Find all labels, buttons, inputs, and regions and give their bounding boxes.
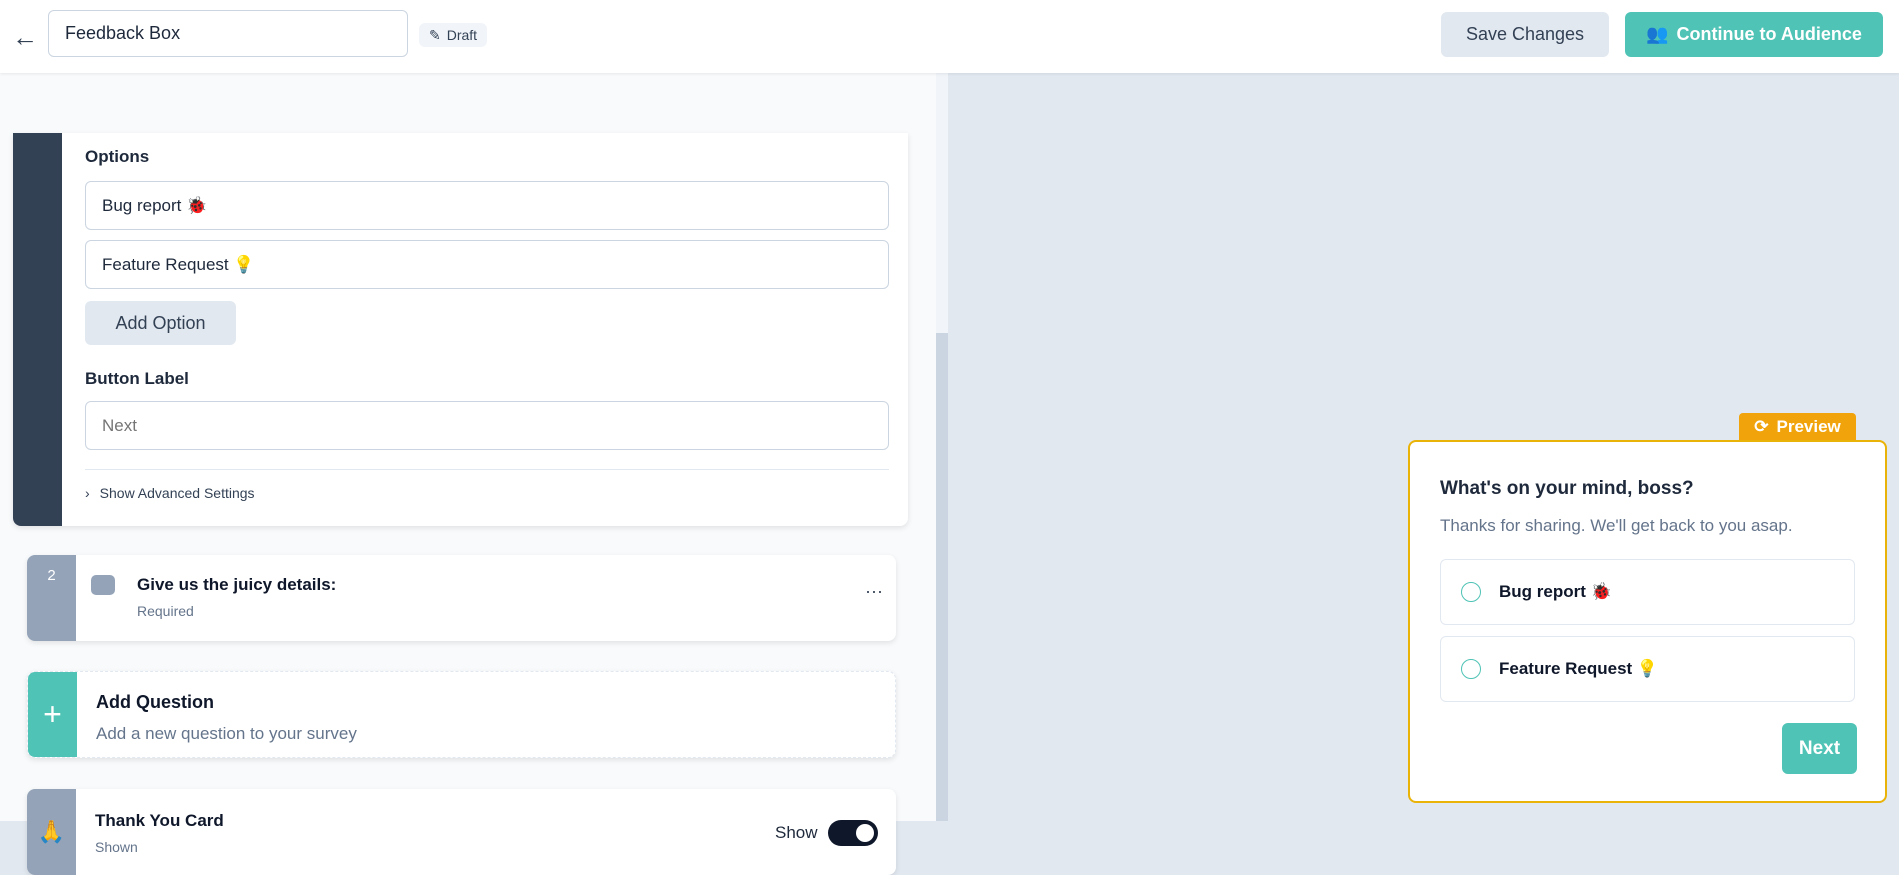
show-label: Show (775, 823, 818, 842)
option-input-2[interactable]: Feature Request 💡 (85, 240, 889, 289)
editor-panel: Options Bug report 🐞 Feature Request 💡 A… (0, 73, 936, 875)
edit-icon: ✎ (429, 26, 441, 43)
preview-option-label: Bug report 🐞 (1499, 582, 1612, 601)
top-bar: ← ✎ Draft Save Changes 👥 Continue to Audie… (0, 0, 1899, 73)
question-title: Give us the juicy details: (137, 575, 337, 594)
preview-option-2[interactable]: Feature Request 💡 (1440, 636, 1855, 702)
radio-button[interactable] (1461, 582, 1481, 602)
message-icon (91, 575, 115, 595)
scrollbar-thumb[interactable] (936, 333, 948, 821)
preview-question-title: What's on your mind, boss? (1440, 478, 1694, 499)
advanced-label: Show Advanced Settings (99, 485, 255, 501)
users-icon: 👥 (1646, 24, 1669, 44)
continue-label: Continue to Audience (1676, 24, 1862, 44)
button-label-input[interactable] (85, 401, 889, 450)
option-input-1[interactable]: Bug report 🐞 (85, 181, 889, 230)
add-option-button[interactable]: Add Option (85, 301, 236, 345)
chevron-right-icon: › (85, 485, 90, 501)
plus-icon: + (28, 672, 77, 757)
show-toggle[interactable] (828, 820, 878, 846)
advanced-settings-toggle[interactable]: › Show Advanced Settings (85, 485, 255, 501)
radio-button[interactable] (1461, 659, 1481, 679)
praying-hands-icon: 🙏 (27, 789, 76, 875)
question-card-2[interactable]: 2 Give us the juicy details: Required ··… (27, 555, 896, 641)
preview-option-label: Feature Request 💡 (1499, 659, 1659, 678)
question-required: Required (137, 603, 194, 619)
add-question-title: Add Question (96, 692, 214, 712)
divider (85, 469, 889, 470)
back-arrow-icon[interactable]: ← (12, 22, 38, 53)
refresh-icon: ⟳ (1754, 416, 1769, 436)
preview-badge-label: Preview (1776, 416, 1841, 436)
save-changes-button[interactable]: Save Changes (1441, 12, 1609, 57)
preview-question-subtitle: Thanks for sharing. We'll get back to yo… (1440, 516, 1793, 535)
add-question-subtitle: Add a new question to your survey (96, 724, 357, 743)
question-card-1: Options Bug report 🐞 Feature Request 💡 A… (13, 133, 908, 526)
preview-next-button[interactable]: Next (1782, 723, 1857, 774)
preview-card: What's on your mind, boss? Thanks for sh… (1408, 440, 1887, 803)
add-question-card[interactable]: + Add Question Add a new question to you… (27, 671, 896, 758)
options-label: Options (85, 147, 150, 166)
thank-you-card[interactable]: 🙏 Thank You Card Shown Show (27, 789, 896, 875)
status-badge: ✎ Draft (419, 23, 488, 47)
survey-title-input[interactable] (48, 10, 408, 57)
status-text: Draft (446, 27, 478, 43)
question-strip (13, 133, 62, 526)
continue-to-audience-button[interactable]: 👥 Continue to Audience (1625, 12, 1883, 57)
preview-option-1[interactable]: Bug report 🐞 (1440, 559, 1855, 625)
more-icon[interactable]: ··· (865, 581, 883, 602)
button-label-heading: Button Label (85, 369, 189, 388)
preview-badge: ⟳ Preview (1739, 413, 1856, 440)
thank-you-status: Shown (95, 839, 138, 855)
thank-you-title: Thank You Card (95, 811, 224, 830)
question-number: 2 (27, 555, 76, 641)
